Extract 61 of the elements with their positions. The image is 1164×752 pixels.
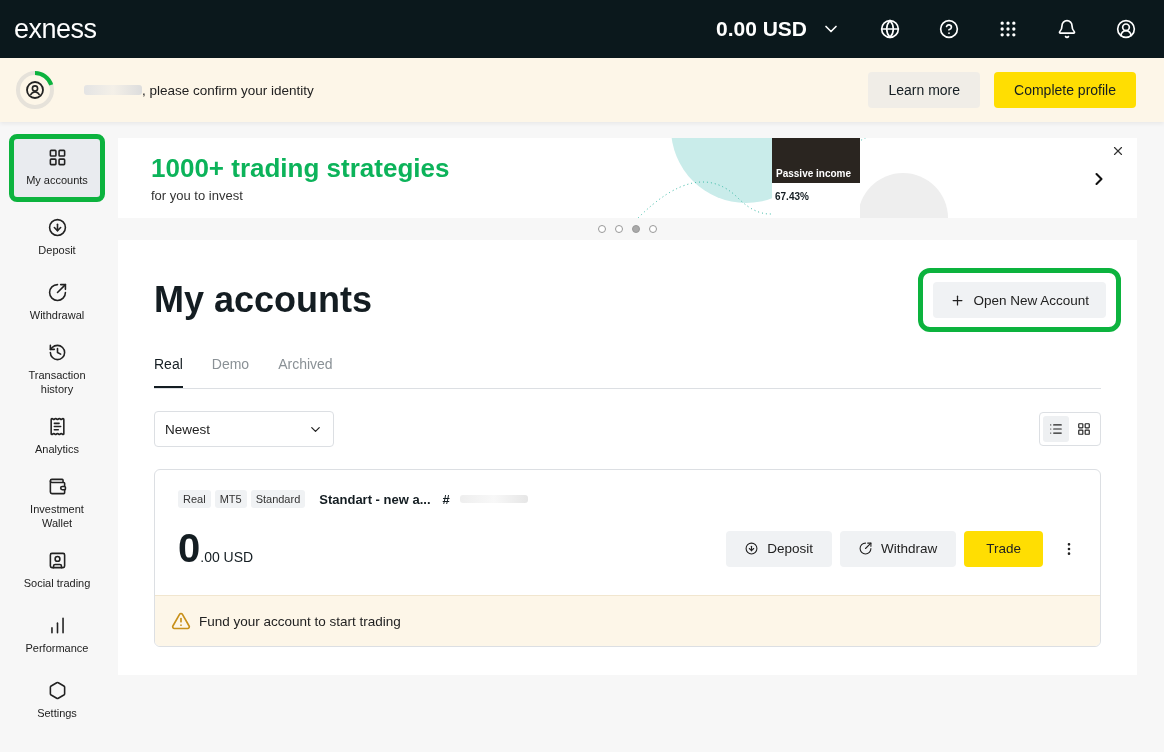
grid-icon [47,148,67,168]
promo-banner[interactable]: 1000+ trading strategies for you to invest Passive income 67.43% [118,138,1137,218]
carousel-dot[interactable] [632,225,640,233]
settings-icon [47,680,67,700]
list-view-button[interactable] [1043,416,1069,442]
promo-title: 1000+ trading strategies [151,153,451,184]
strategy-heading: Passive income [776,168,853,179]
globe-icon[interactable] [880,19,900,39]
arrow-down-circle-icon [47,218,67,238]
sidebar-item[interactable]: My accounts [9,134,105,202]
warning-icon [171,611,191,631]
deposit-button[interactable]: Deposit [726,530,832,567]
balance-dropdown[interactable]: 0.00 USD [715,17,841,41]
account-tag: Standard [250,490,306,508]
account-tag: Real [178,490,211,508]
sidebar-item[interactable]: Analytics [9,404,105,469]
identity-message: , please confirm your identity [142,82,314,98]
arrow-up-right-circle-icon [47,283,67,303]
withdraw-button[interactable]: Withdraw [839,530,957,567]
page-title: My accounts [154,279,373,321]
sidebar-item[interactable]: Performance [9,603,105,668]
arrow-up-right-circle-icon [858,542,872,555]
grid-icon [1077,422,1091,436]
profile-progress-icon [14,69,56,111]
account-tag: MT5 [214,490,247,508]
sidebar-item[interactable]: Social trading [9,538,105,603]
sidebar-item[interactable]: Investment Wallet [9,469,105,538]
complete-profile-button[interactable]: Complete profile [994,72,1136,108]
trade-button[interactable]: Trade [964,530,1043,567]
tab[interactable]: Real [154,346,183,388]
blurred-name [84,85,142,95]
user-card-icon [47,550,67,570]
sidebar-item[interactable]: Withdrawal [9,271,105,335]
close-icon[interactable] [1111,144,1125,158]
learn-more-button[interactable]: Learn more [868,72,981,108]
document-icon [47,416,67,436]
help-icon[interactable] [939,19,959,39]
list-icon [1049,422,1063,436]
apps-grid-icon[interactable] [998,19,1018,39]
sidebar-item[interactable]: Deposit [9,206,105,270]
account-balance: 0.00 USD [178,526,254,571]
warning-text: Fund your account to start trading [199,613,401,629]
account-number-prefix: # [442,491,450,507]
carousel-dot[interactable] [598,225,606,233]
wallet-icon [47,476,67,496]
promo-subtitle: for you to invest [151,188,244,203]
carousel-dot[interactable] [615,225,623,233]
sidebar-item[interactable]: Transaction history [9,336,105,404]
account-name: Standart - new a... [319,491,431,507]
logo: exness [14,13,97,45]
strategy-return: 67.43% [775,191,810,202]
arrow-down-circle-icon [745,542,759,555]
sidebar-item[interactable]: Settings [9,668,105,733]
sort-dropdown[interactable]: Newest [154,411,334,447]
history-icon [47,343,67,362]
user-icon[interactable] [1116,19,1136,39]
bell-icon[interactable] [1057,19,1077,39]
plus-icon [950,292,966,308]
blurred-account-number [459,495,528,503]
open-new-account-button[interactable]: Open New Account [933,282,1106,318]
carousel-dot[interactable] [649,225,657,233]
